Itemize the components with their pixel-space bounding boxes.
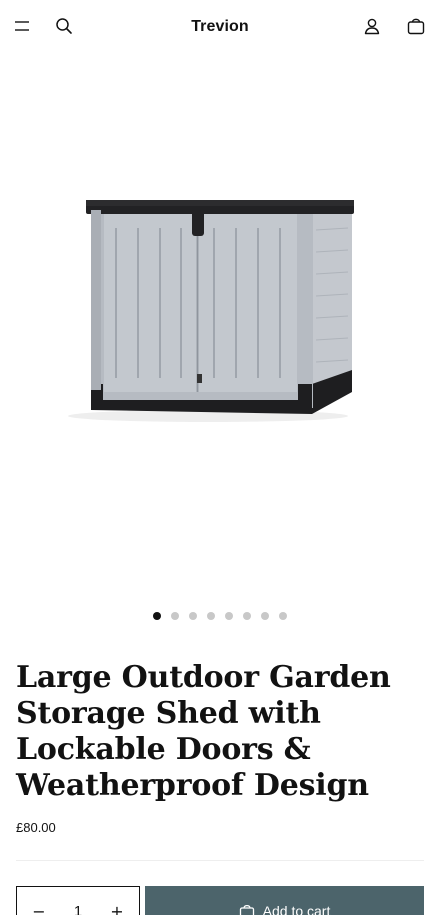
- add-to-cart-button[interactable]: Add to cart: [145, 886, 424, 915]
- quantity-input[interactable]: 1: [74, 903, 82, 915]
- quantity-increase-button[interactable]: +: [107, 901, 127, 915]
- cart-icon: [407, 17, 425, 40]
- account-button[interactable]: [359, 15, 385, 41]
- gallery-dot[interactable]: [279, 612, 287, 620]
- add-to-cart-label: Add to cart: [262, 903, 331, 915]
- gallery-dot[interactable]: [189, 612, 197, 620]
- cart-button[interactable]: [403, 15, 429, 41]
- gallery-dot[interactable]: [153, 612, 161, 620]
- gallery-dot[interactable]: [225, 612, 233, 620]
- gallery-dot[interactable]: [243, 612, 251, 620]
- quantity-stepper: − 1 +: [16, 886, 140, 915]
- site-header: Trevion: [0, 0, 440, 58]
- gallery-dot[interactable]: [261, 612, 269, 620]
- account-icon: [363, 17, 381, 40]
- divider: [16, 860, 424, 861]
- gallery-pagination: [0, 612, 440, 624]
- gallery-dot[interactable]: [207, 612, 215, 620]
- product-price: £80.00: [16, 820, 56, 835]
- product-title: Large Outdoor Garden Storage Shed with L…: [16, 660, 391, 803]
- shopping-bag-icon: [239, 903, 255, 915]
- product-gallery[interactable]: [0, 58, 440, 598]
- product-image[interactable]: [58, 188, 358, 433]
- quantity-decrease-button[interactable]: −: [29, 901, 49, 915]
- gallery-dot[interactable]: [171, 612, 179, 620]
